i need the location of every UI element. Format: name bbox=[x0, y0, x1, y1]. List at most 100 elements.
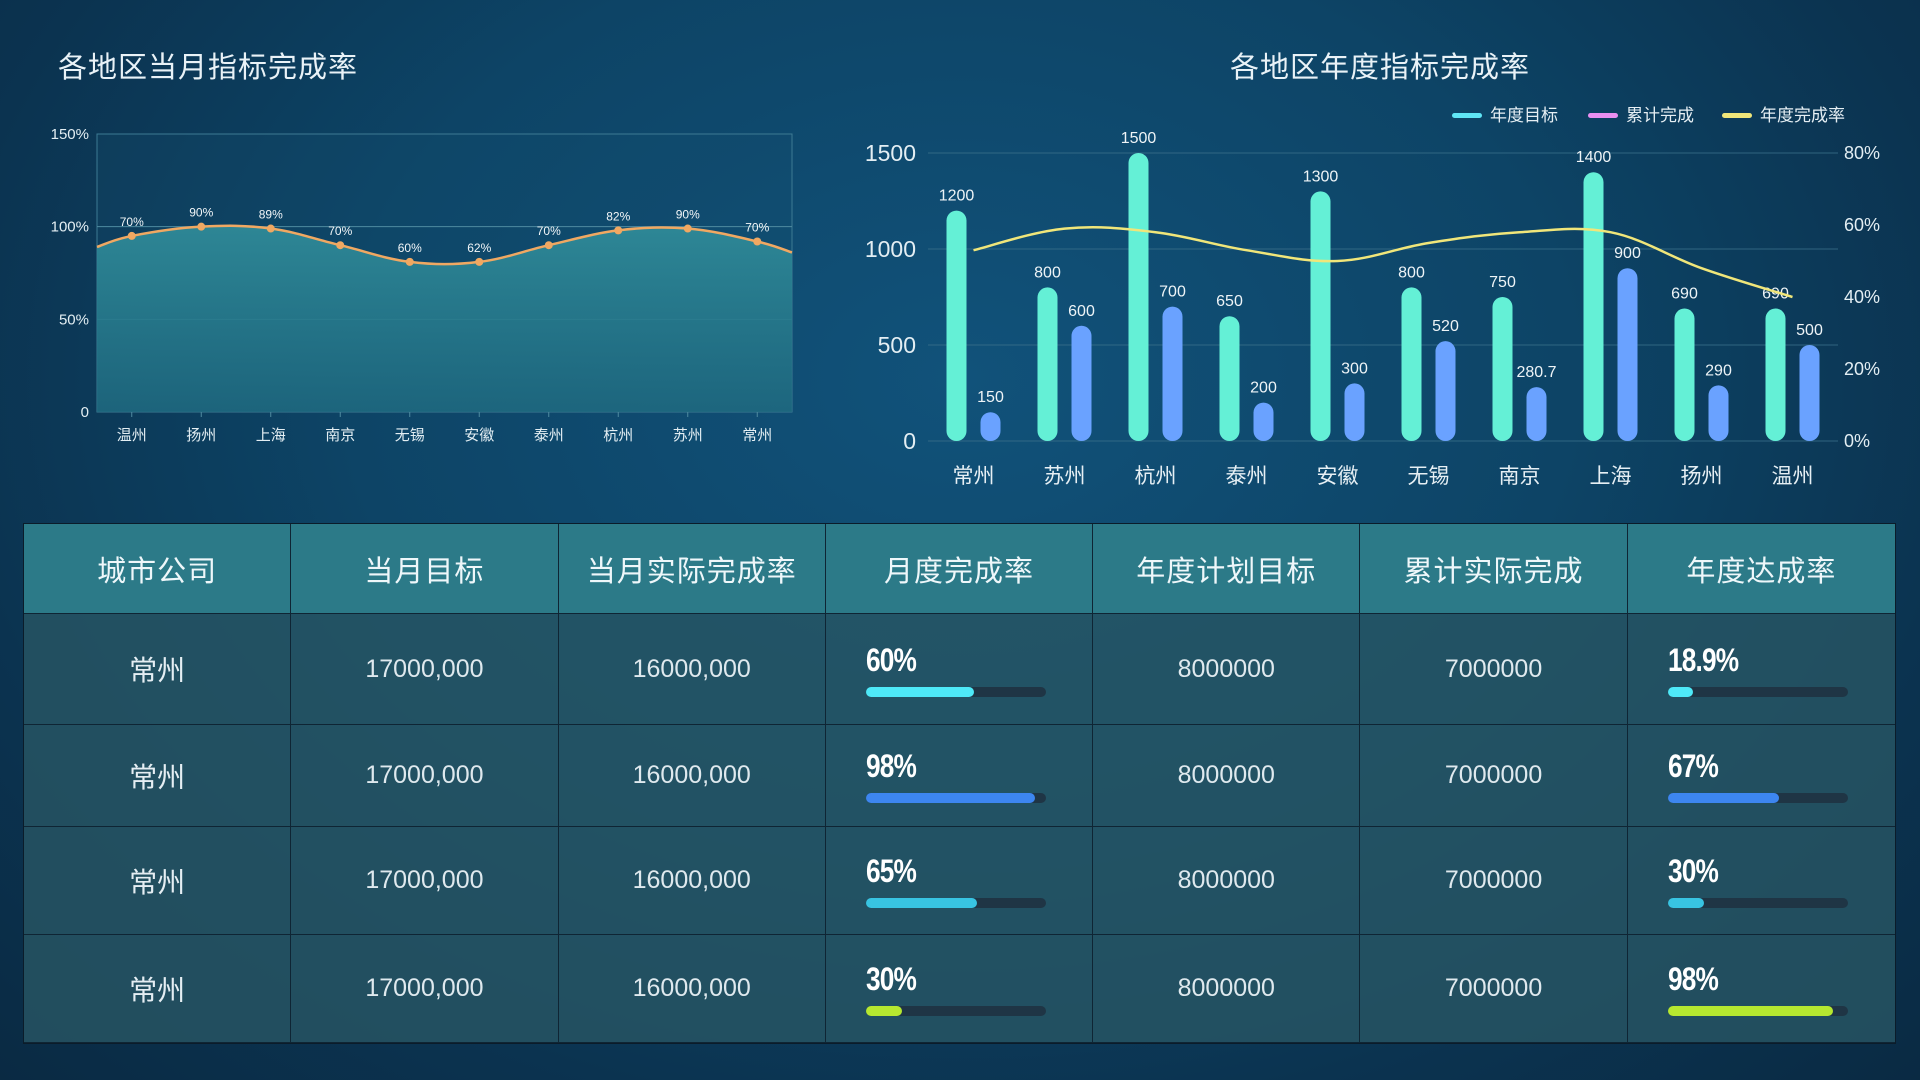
progress-track bbox=[865, 686, 1046, 697]
monthly-actual-cell: 16000,000 bbox=[558, 827, 826, 935]
bar-label: 280.7 bbox=[1516, 364, 1556, 381]
bar-label: 1400 bbox=[1576, 149, 1612, 166]
rate-value: 30% bbox=[865, 961, 917, 997]
bar bbox=[1253, 402, 1274, 441]
table-header-cell: 当月目标 bbox=[291, 524, 559, 614]
monthly-target-cell: 17000,000 bbox=[291, 725, 559, 827]
bar bbox=[1435, 341, 1456, 441]
annual-chart-title: 各地区年度指标完成率 bbox=[1230, 52, 1531, 84]
bar bbox=[1310, 191, 1331, 441]
progress-fill bbox=[1667, 793, 1780, 803]
y-tick-label: 100% bbox=[51, 219, 89, 236]
bar-label: 290 bbox=[1705, 362, 1732, 379]
bar bbox=[1128, 153, 1149, 441]
annual-rate-cell: 98% bbox=[1627, 935, 1895, 1043]
bar bbox=[1583, 172, 1604, 441]
bar bbox=[1162, 306, 1183, 441]
progress-fill bbox=[1667, 898, 1704, 908]
table-header-cell: 年度计划目标 bbox=[1093, 524, 1361, 614]
point-label: 70% bbox=[328, 224, 352, 238]
annual-rate-cell: 67% bbox=[1627, 725, 1895, 827]
y-right-tick-label: 0% bbox=[1844, 431, 1870, 451]
bar-label: 600 bbox=[1068, 303, 1095, 320]
rate-value: 60% bbox=[865, 641, 917, 678]
rate-value: 67% bbox=[1667, 748, 1719, 784]
progress-fill bbox=[865, 793, 1036, 803]
x-tick-label: 泰州 bbox=[534, 427, 564, 444]
city-cell: 常州 bbox=[24, 614, 292, 725]
kpi-table: 城市公司 当月目标 当月实际完成率 月度完成率 年度计划目标 累计实际完成 年度达成率 常州 1… bbox=[23, 523, 1896, 1044]
y-right-tick-label: 40% bbox=[1844, 287, 1880, 307]
x-tick-label: 苏州 bbox=[1044, 465, 1086, 488]
data-point bbox=[197, 222, 206, 231]
data-point bbox=[336, 241, 345, 250]
legend-label: 年度完成率 bbox=[1760, 106, 1845, 125]
bar-label: 300 bbox=[1341, 360, 1368, 377]
table-header-cell: 月度完成率 bbox=[825, 524, 1094, 614]
progress-track bbox=[1667, 898, 1848, 908]
cumulative-cell: 7000000 bbox=[1360, 935, 1628, 1043]
y-right-tick-label: 80% bbox=[1844, 143, 1880, 163]
bar bbox=[1344, 383, 1365, 441]
progress-fill bbox=[1667, 686, 1693, 697]
bar bbox=[1401, 287, 1422, 441]
x-tick-label: 南京 bbox=[1499, 465, 1541, 488]
annual-completion-bar-chart: 年度目标 累计完成 年度完成率 0 500 1000 1500 0% 20% 40% 60% 80% 1… bbox=[865, 106, 1880, 488]
monthly-target-cell: 17000,000 bbox=[291, 827, 559, 935]
point-label: 70% bbox=[537, 224, 561, 238]
bar-label: 900 bbox=[1614, 245, 1641, 262]
city-cell: 常州 bbox=[24, 725, 292, 827]
annual-plan-cell: 8000000 bbox=[1093, 935, 1361, 1043]
table-header-cell: 当月实际完成率 bbox=[558, 524, 826, 614]
bar-label: 200 bbox=[1250, 380, 1277, 397]
point-label: 62% bbox=[467, 241, 491, 255]
y-tick-label: 0 bbox=[81, 404, 89, 421]
legend-swatch bbox=[1452, 113, 1482, 118]
y-left-tick-label: 1500 bbox=[865, 140, 916, 166]
monthly-actual-cell: 16000,000 bbox=[558, 614, 826, 725]
x-tick-label: 温州 bbox=[1772, 465, 1814, 488]
y-tick-label: 50% bbox=[59, 311, 89, 328]
bar-label: 700 bbox=[1159, 284, 1186, 301]
monthly-actual-cell: 16000,000 bbox=[558, 725, 826, 827]
point-label: 60% bbox=[398, 241, 422, 255]
bar-label: 1300 bbox=[1303, 168, 1339, 185]
bar-label: 750 bbox=[1489, 274, 1516, 291]
progress-track bbox=[1667, 1006, 1848, 1016]
annual-rate-cell: 18.9% bbox=[1627, 614, 1895, 725]
point-label: 89% bbox=[259, 208, 283, 222]
bar-label: 150 bbox=[977, 389, 1004, 406]
point-label: 90% bbox=[189, 206, 213, 220]
x-tick-label: 上海 bbox=[256, 427, 286, 444]
x-tick-label: 无锡 bbox=[395, 427, 425, 444]
bar bbox=[1708, 385, 1729, 441]
monthly-chart-title: 各地区当月指标完成率 bbox=[58, 52, 359, 84]
legend-label: 累计完成 bbox=[1626, 106, 1694, 125]
legend-swatch bbox=[1588, 113, 1618, 118]
cumulative-cell: 7000000 bbox=[1360, 614, 1628, 725]
monthly-target-cell: 17000,000 bbox=[291, 614, 559, 725]
x-tick-label: 常州 bbox=[953, 465, 995, 488]
progress-fill bbox=[1667, 1006, 1834, 1016]
city-cell: 常州 bbox=[24, 827, 292, 935]
rate-value: 65% bbox=[865, 853, 917, 889]
data-point bbox=[614, 226, 623, 235]
rate-value: 98% bbox=[1667, 961, 1719, 997]
cumulative-cell: 7000000 bbox=[1360, 725, 1628, 827]
point-label: 70% bbox=[120, 215, 144, 229]
bar-label: 690 bbox=[1671, 286, 1698, 303]
x-tick-label: 温州 bbox=[117, 427, 147, 444]
x-tick-label: 泰州 bbox=[1226, 465, 1268, 488]
y-left-tick-label: 1000 bbox=[865, 236, 916, 262]
monthly-rate-cell: 65% bbox=[825, 827, 1094, 935]
progress-fill bbox=[865, 1006, 902, 1016]
x-tick-label: 安徽 bbox=[1317, 465, 1359, 488]
progress-track bbox=[1667, 686, 1848, 697]
bar bbox=[1037, 287, 1058, 441]
bar bbox=[1219, 316, 1240, 441]
cumulative-cell: 7000000 bbox=[1360, 827, 1628, 935]
progress-track bbox=[865, 793, 1046, 803]
bar bbox=[1492, 297, 1513, 441]
data-point bbox=[683, 224, 692, 233]
data-point bbox=[266, 224, 275, 233]
